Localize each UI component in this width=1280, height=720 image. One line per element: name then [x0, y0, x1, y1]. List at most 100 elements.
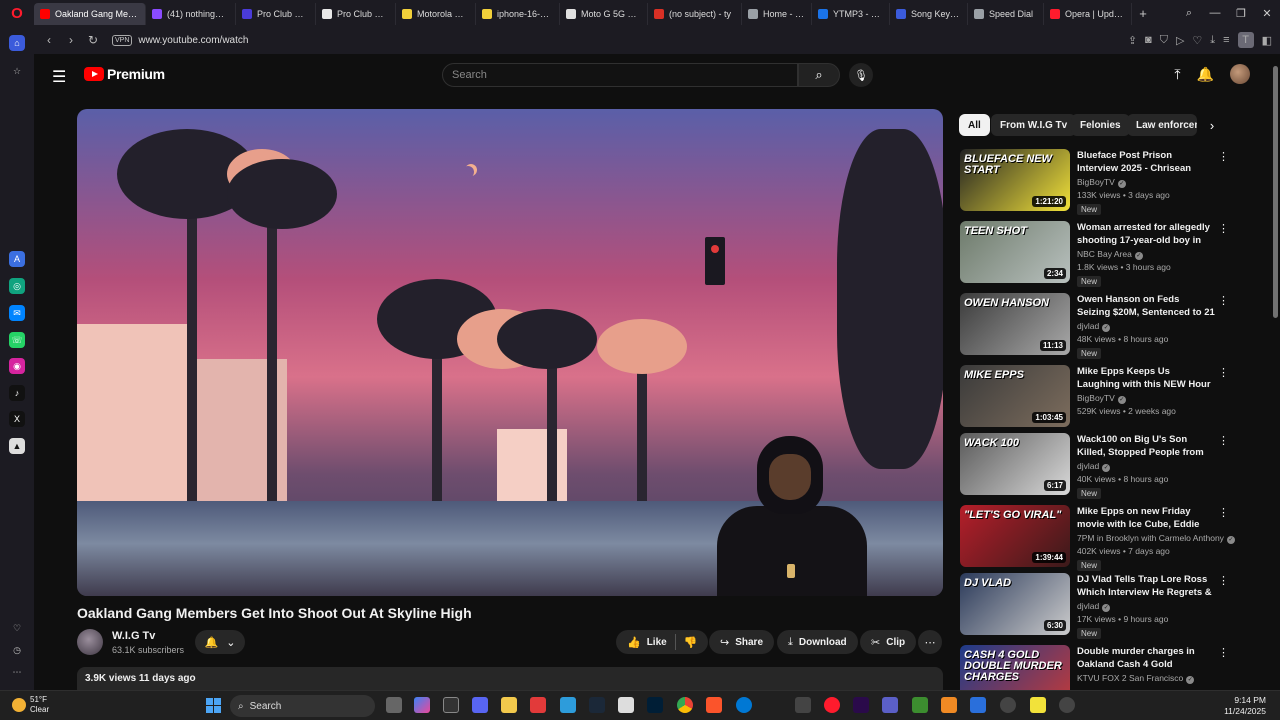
- browser-tab[interactable]: Opera | Update: [1044, 3, 1132, 25]
- player-icon[interactable]: ▲: [9, 438, 25, 454]
- clip-button[interactable]: ✂ Clip: [860, 630, 917, 654]
- profile-button[interactable]: T: [1237, 32, 1254, 48]
- recommendation-title[interactable]: Double murder charges in Oakland Cash 4 …: [1077, 645, 1215, 671]
- star-icon[interactable]: ☆: [9, 63, 25, 79]
- edge-icon[interactable]: [736, 697, 752, 713]
- video-thumbnail[interactable]: "LET'S GO VIRAL" 1:39:44: [960, 505, 1070, 567]
- media-player-icon[interactable]: [1059, 697, 1075, 713]
- more-vertical-icon[interactable]: ⋮: [1218, 150, 1229, 163]
- chips-next-arrow-icon[interactable]: ›: [1201, 114, 1223, 136]
- forward-icon[interactable]: ›: [60, 33, 82, 47]
- whatsapp-icon[interactable]: ☏: [9, 332, 25, 348]
- download-icon[interactable]: ⤓: [1210, 34, 1215, 47]
- minimize-button[interactable]: —: [1202, 7, 1228, 19]
- system-clock[interactable]: 9:14 PM 11/24/2025: [1224, 695, 1266, 717]
- vpn-badge[interactable]: VPN: [112, 34, 133, 46]
- filter-chip[interactable]: From W.I.G Tv: [991, 114, 1077, 136]
- browser-tab[interactable]: Pro Club Men's: [236, 3, 316, 25]
- recommendation-title[interactable]: Blueface Post Prison Interview 2025 - Ch…: [1077, 149, 1215, 175]
- app-icon[interactable]: [530, 697, 546, 713]
- hamburger-menu-icon[interactable]: ☰: [52, 67, 66, 87]
- search-input[interactable]: Search: [442, 63, 798, 87]
- more-actions-button[interactable]: ⋯: [918, 630, 942, 654]
- share-page-icon[interactable]: ⇪: [1128, 34, 1137, 47]
- recommendation-item[interactable]: TEEN SHOT 2:34 Woman arrested for allegedl…: [960, 221, 1230, 287]
- history-icon[interactable]: ◷: [9, 642, 25, 658]
- channel-avatar[interactable]: [77, 629, 103, 655]
- mail-icon[interactable]: [560, 697, 576, 713]
- app-icon[interactable]: [912, 697, 928, 713]
- download-button[interactable]: ⤓ Download: [777, 630, 858, 654]
- aria-ai-icon[interactable]: A: [9, 251, 25, 267]
- close-window-button[interactable]: ✕: [1254, 7, 1280, 20]
- app-icon[interactable]: [1030, 697, 1046, 713]
- opera-taskbar-icon[interactable]: [824, 697, 840, 713]
- more-vertical-icon[interactable]: ⋮: [1218, 434, 1229, 447]
- play-icon[interactable]: ▷: [1176, 34, 1184, 47]
- video-thumbnail[interactable]: DJ VLAD 6:30: [960, 573, 1070, 635]
- browser-tab[interactable]: Pro Club Men's: [316, 3, 396, 25]
- opera-logo-icon[interactable]: O: [0, 0, 34, 26]
- windows-start-icon[interactable]: [206, 698, 221, 713]
- account-avatar[interactable]: [1230, 64, 1250, 84]
- browser-tab[interactable]: Moto G 5G NFC: [560, 3, 648, 25]
- recommendation-channel[interactable]: BigBoyTV ✓: [1077, 393, 1126, 404]
- photoshop-icon[interactable]: [647, 697, 663, 713]
- notifications-bell-icon[interactable]: 🔔: [1197, 66, 1214, 83]
- premiere-icon[interactable]: [853, 697, 869, 713]
- file-explorer-icon[interactable]: [501, 697, 517, 713]
- app-icon[interactable]: [795, 697, 811, 713]
- reload-icon[interactable]: ↻: [82, 33, 104, 47]
- browser-tab[interactable]: Speed Dial: [968, 3, 1044, 25]
- recommendation-item[interactable]: MIKE EPPS 1:03:45 Mike Epps Keeps Us Laugh…: [960, 365, 1230, 431]
- subscription-bell-button[interactable]: 🔔 ⌄: [195, 630, 245, 654]
- browser-tab[interactable]: Song Key & BPM: [890, 3, 968, 25]
- recommendation-title[interactable]: Owen Hanson on Feds Seizing $20M, Senten…: [1077, 293, 1215, 319]
- home-icon[interactable]: ⌂: [9, 35, 25, 51]
- share-button[interactable]: ↪ Share: [709, 630, 775, 654]
- more-icon[interactable]: ⋯: [9, 664, 25, 680]
- media-player-icon[interactable]: [1000, 697, 1016, 713]
- more-vertical-icon[interactable]: ⋮: [1218, 294, 1229, 307]
- recommendation-channel[interactable]: KTVU FOX 2 San Francisco ✓: [1077, 673, 1195, 684]
- filter-chip[interactable]: All: [959, 114, 990, 136]
- recommendation-item[interactable]: BLUEFACE NEW START 1:21:20 Blueface Post P…: [960, 149, 1230, 215]
- browser-tab[interactable]: Motorola moto: [396, 3, 476, 25]
- settings-icon[interactable]: [618, 697, 634, 713]
- tiktok-icon[interactable]: ♪: [9, 385, 25, 401]
- recommendation-item[interactable]: "LET'S GO VIRAL" 1:39:44 Mike Epps on new …: [960, 505, 1235, 571]
- steam-icon[interactable]: [589, 697, 605, 713]
- menu-icon[interactable]: ≡: [1223, 34, 1229, 46]
- more-vertical-icon[interactable]: ⋮: [1218, 574, 1229, 587]
- brave-icon[interactable]: [706, 697, 722, 713]
- recommendation-title[interactable]: Mike Epps Keeps Us Laughing with this NE…: [1077, 365, 1215, 391]
- browser-tab[interactable]: iphone-16-savin: [476, 3, 560, 25]
- recommendation-title[interactable]: Woman arrested for allegedly shooting 17…: [1077, 221, 1215, 247]
- app-icon[interactable]: [443, 697, 459, 713]
- more-vertical-icon[interactable]: ⋮: [1218, 222, 1229, 235]
- filter-chip[interactable]: Felonies: [1071, 114, 1130, 136]
- task-view-icon[interactable]: [386, 697, 402, 713]
- scrollbar-thumb[interactable]: [1273, 66, 1278, 318]
- search-tabs-icon[interactable]: ⌕: [1176, 7, 1202, 20]
- url-field[interactable]: www.youtube.com/watch: [138, 35, 248, 46]
- recommendation-channel[interactable]: BigBoyTV ✓: [1077, 177, 1126, 188]
- extension-icon[interactable]: ◧: [1262, 34, 1272, 47]
- recommendation-title[interactable]: DJ Vlad Tells Trap Lore Ross Which Inter…: [1077, 573, 1215, 599]
- camera-icon[interactable]: ◙: [1145, 34, 1152, 46]
- messenger-icon[interactable]: ✉: [9, 305, 25, 321]
- create-upload-icon[interactable]: ⤒: [1174, 66, 1180, 83]
- recommendation-channel[interactable]: djvlad ✓: [1077, 321, 1111, 332]
- heart-icon[interactable]: ♡: [9, 620, 25, 636]
- more-vertical-icon[interactable]: ⋮: [1218, 646, 1229, 659]
- app-icon[interactable]: [941, 697, 957, 713]
- video-thumbnail[interactable]: WACK 100 6:17: [960, 433, 1070, 495]
- recommendation-title[interactable]: Wack100 on Big U's Son Killed, Stopped P…: [1077, 433, 1215, 459]
- voice-search-button[interactable]: 🎙: [849, 63, 873, 87]
- browser-tab[interactable]: (no subject) - ty: [648, 3, 742, 25]
- chatgpt-icon[interactable]: ◎: [9, 278, 25, 294]
- video-thumbnail[interactable]: OWEN HANSON 11:13: [960, 293, 1070, 355]
- recommendation-item[interactable]: WACK 100 6:17 Wack100 on Big U's Son Kille…: [960, 433, 1230, 499]
- shield-icon[interactable]: ⛉: [1160, 34, 1168, 47]
- chrome-icon[interactable]: [677, 697, 693, 713]
